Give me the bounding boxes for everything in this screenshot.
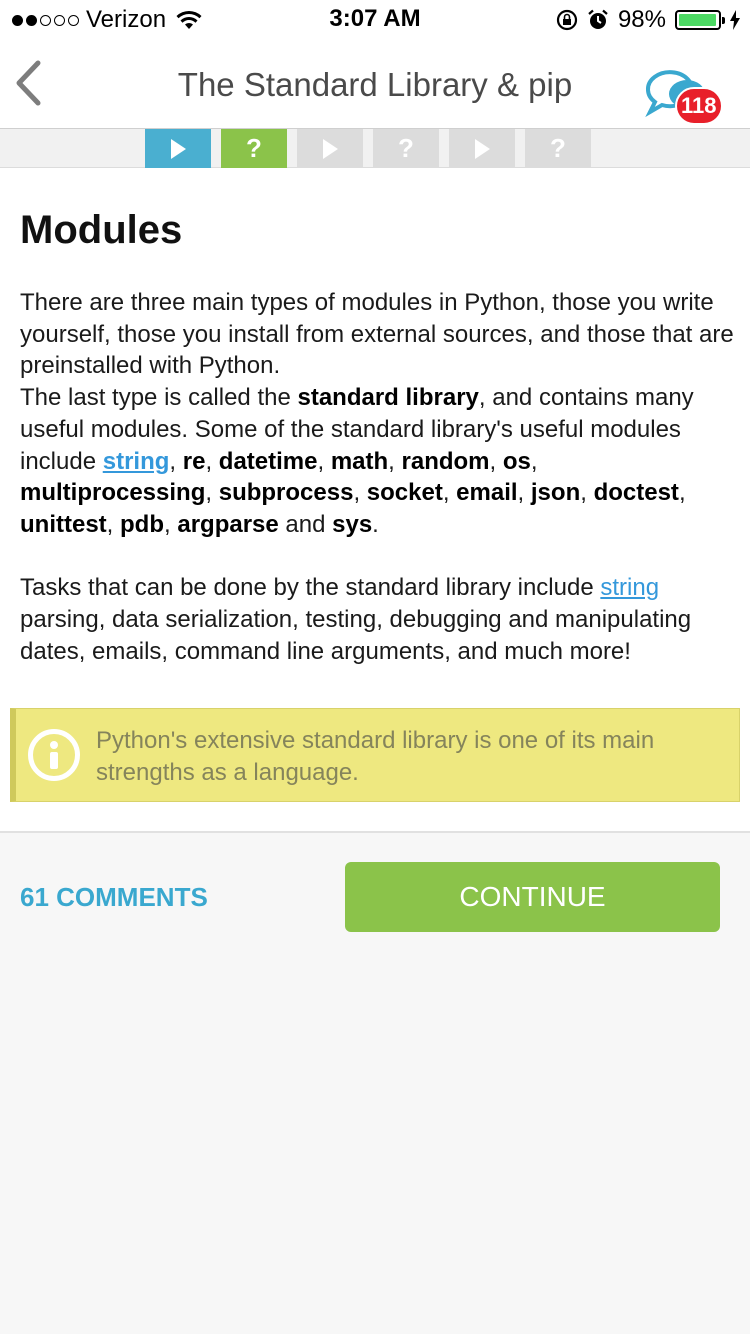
lesson-content: Modules There are three main types of mo… [0,168,750,833]
step-lesson-3[interactable] [449,129,515,168]
alarm-icon [588,9,608,29]
step-lesson-2[interactable] [297,129,363,168]
nav-bar: The Standard Library & pip 118 [0,40,750,129]
play-icon [170,138,186,159]
continue-button[interactable]: CONTINUE [345,862,720,932]
question-icon: ? [398,133,414,163]
question-icon: ? [550,133,566,163]
play-icon [322,138,338,159]
status-right: 98% [556,6,740,34]
battery-level-fill [679,14,717,26]
tip-text: Python's extensive standard library is o… [96,727,655,786]
info-icon [28,729,80,781]
notification-badge: 118 [675,87,723,125]
battery-percent: 98% [617,6,666,33]
string-parsing-link[interactable]: string [600,574,659,601]
paragraph-intro: There are three main types of modules in… [20,289,734,380]
status-bar: Verizon 3:07 AM 98% [0,0,750,40]
comments-link[interactable]: 61 COMMENTS [20,882,208,913]
step-quiz-3[interactable]: ? [525,129,591,168]
string-module-link[interactable]: string [103,448,170,475]
progress-steps: ? ? ? [145,129,591,168]
lesson-body: There are three main types of modules in… [20,287,735,667]
question-icon: ? [246,133,262,163]
paragraph-standard-library: The last type is called the standard lib… [20,384,694,538]
rotation-lock-icon [556,9,578,31]
paragraph-tasks: Tasks that can be done by the standard l… [20,574,692,665]
page-title: The Standard Library & pip [177,66,573,103]
lesson-progress-strip: ? ? ? [0,129,750,168]
lesson-heading: Modules [20,208,183,252]
play-icon [474,138,490,159]
info-tip-box: Python's extensive standard library is o… [10,708,740,802]
charging-bolt-icon [730,10,740,30]
step-lesson-1[interactable] [145,129,211,168]
step-quiz-2[interactable]: ? [373,129,439,168]
battery-icon [675,10,725,30]
step-quiz-1[interactable]: ? [221,129,287,168]
